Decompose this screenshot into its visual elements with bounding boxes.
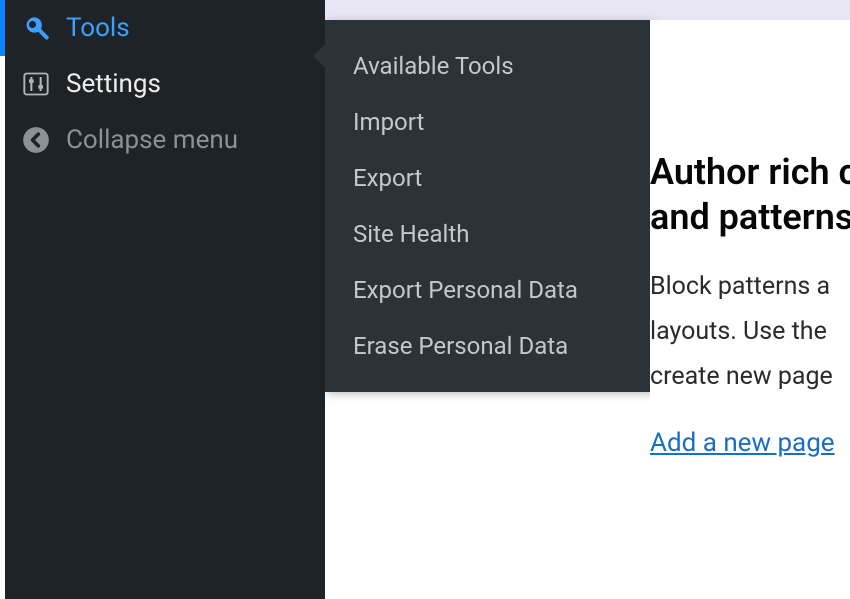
tools-submenu: Available Tools Import Export Site Healt… [325, 20, 653, 392]
card-heading-line: and patterns [650, 195, 850, 240]
collapse-icon [20, 124, 52, 156]
submenu-item-erase-personal-data[interactable]: Erase Personal Data [325, 318, 653, 374]
main-content: Author rich c and patterns Block pattern… [650, 20, 850, 599]
top-banner [320, 0, 850, 20]
card-text-line: layouts. Use the [650, 313, 850, 352]
submenu-item-export-personal-data[interactable]: Export Personal Data [325, 262, 653, 318]
sidebar-item-label: Tools [66, 13, 130, 43]
submenu-item-import[interactable]: Import [325, 94, 653, 150]
card-text-line: create new page [650, 358, 850, 397]
submenu-item-export[interactable]: Export [325, 150, 653, 206]
add-new-page-link[interactable]: Add a new page [650, 428, 835, 458]
wrench-icon [20, 12, 52, 44]
card-heading-line: Author rich c [650, 150, 850, 195]
admin-sidebar: Tools Settings Collapse m [5, 0, 325, 599]
sidebar-item-settings[interactable]: Settings [5, 56, 325, 112]
sidebar-item-label: Settings [66, 69, 161, 99]
sidebar-item-label: Collapse menu [66, 125, 238, 155]
sliders-icon [20, 68, 52, 100]
sidebar-item-collapse[interactable]: Collapse menu [5, 112, 325, 168]
card-text-line: Block patterns a [650, 268, 850, 307]
submenu-item-available-tools[interactable]: Available Tools [325, 38, 653, 94]
submenu-item-site-health[interactable]: Site Health [325, 206, 653, 262]
sidebar-item-tools[interactable]: Tools [5, 0, 325, 56]
